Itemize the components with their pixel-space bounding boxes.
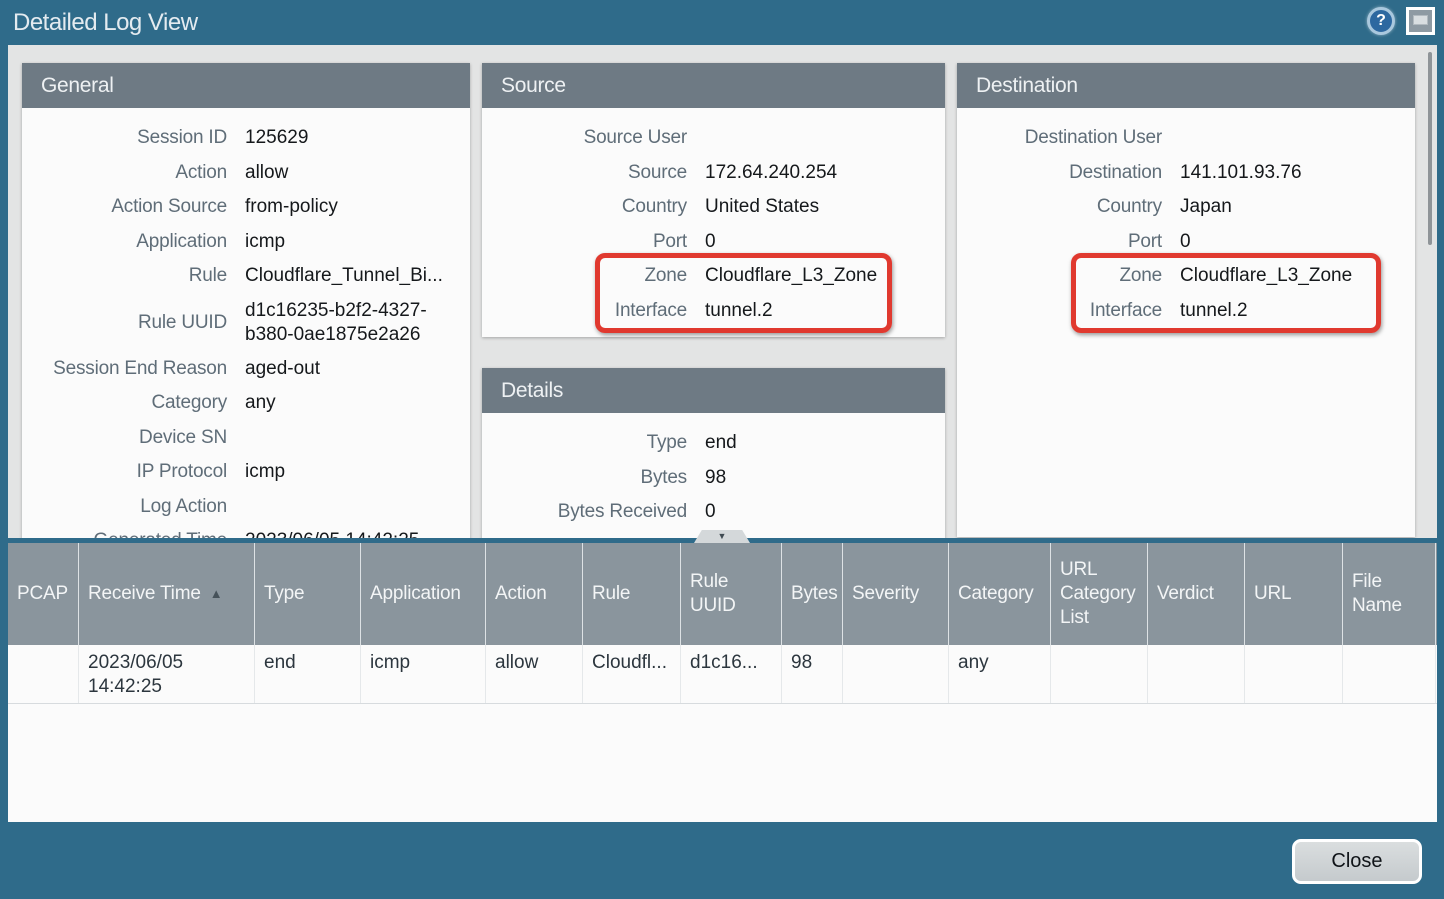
- field-source-port: Port0: [482, 225, 945, 260]
- field-source-interface: Interfacetunnel.2: [482, 294, 945, 329]
- title-bar: Detailed Log View ?: [0, 0, 1444, 45]
- column-header-severity[interactable]: Severity: [843, 543, 949, 645]
- field-destination-interface: Interfacetunnel.2: [957, 294, 1415, 329]
- vertical-scrollbar-thumb[interactable]: [1428, 52, 1432, 245]
- column-header-url[interactable]: URL: [1245, 543, 1343, 645]
- column-header-type[interactable]: Type: [255, 543, 361, 645]
- page-title: Detailed Log View: [13, 9, 198, 37]
- source-panel-body: Source User Source172.64.240.254 Country…: [482, 108, 945, 328]
- column-header-category[interactable]: Category: [949, 543, 1051, 645]
- cell-bytes: 98: [782, 645, 843, 703]
- destination-panel-header: Destination: [957, 63, 1415, 108]
- field-destination: Destination141.101.93.76: [957, 156, 1415, 191]
- general-panel-header: General: [22, 63, 470, 108]
- field-source-country: CountryUnited States: [482, 190, 945, 225]
- window-icon-inner: [1413, 15, 1428, 25]
- cell-severity: [843, 645, 949, 703]
- field-destination-country: CountryJapan: [957, 190, 1415, 225]
- column-header-file-name[interactable]: File Name: [1343, 543, 1436, 645]
- log-table-header: PCAP Receive Time▲ Type Application Acti…: [8, 543, 1437, 645]
- field-application: Applicationicmp: [22, 225, 470, 260]
- field-generated-time: Generated Time2023/06/05 14:42:25: [22, 524, 470, 538]
- table-row[interactable]: 2023/06/05 14:42:25 end icmp allow Cloud…: [8, 645, 1437, 704]
- field-rule-uuid: Rule UUIDd1c16235-b2f2-4327-b380-0ae1875…: [22, 294, 470, 352]
- column-header-rule[interactable]: Rule: [583, 543, 681, 645]
- field-category: Categoryany: [22, 386, 470, 421]
- detailed-log-view-dialog: { "dialog": { "title": "Detailed Log Vie…: [0, 0, 1444, 899]
- field-device-sn: Device SN: [22, 421, 470, 456]
- field-bytes-received: Bytes Received0: [482, 495, 945, 530]
- details-panel: Details Typeend Bytes98 Bytes Received0: [482, 368, 945, 538]
- cell-pcap: [8, 645, 79, 703]
- cell-action: allow: [486, 645, 583, 703]
- cell-file-name: [1343, 645, 1436, 703]
- field-source: Source172.64.240.254: [482, 156, 945, 191]
- field-type: Typeend: [482, 426, 945, 461]
- field-action-source: Action Sourcefrom-policy: [22, 190, 470, 225]
- destination-panel: Destination Destination User Destination…: [957, 63, 1415, 537]
- close-button[interactable]: Close: [1292, 839, 1422, 884]
- general-panel-body: Session ID125629 Actionallow Action Sour…: [22, 108, 470, 538]
- titlebar-icons: ?: [1367, 7, 1435, 35]
- field-rule: RuleCloudflare_Tunnel_Bi...: [22, 259, 470, 294]
- details-panel-body: Typeend Bytes98 Bytes Received0: [482, 413, 945, 530]
- collapse-table-handle[interactable]: ▼: [694, 530, 750, 543]
- column-header-url-category-list[interactable]: URL Category List: [1051, 543, 1148, 645]
- field-destination-port: Port0: [957, 225, 1415, 260]
- field-session-id: Session ID125629: [22, 121, 470, 156]
- log-table: PCAP Receive Time▲ Type Application Acti…: [8, 538, 1437, 822]
- sort-ascending-icon: ▲: [210, 586, 223, 602]
- column-header-receive-time[interactable]: Receive Time▲: [79, 543, 255, 645]
- field-bytes: Bytes98: [482, 461, 945, 496]
- cell-verdict: [1148, 645, 1245, 703]
- column-header-application[interactable]: Application: [361, 543, 486, 645]
- details-panel-header: Details: [482, 368, 945, 413]
- source-panel-header: Source: [482, 63, 945, 108]
- column-header-pcap[interactable]: PCAP: [8, 543, 79, 645]
- field-session-end-reason: Session End Reasonaged-out: [22, 352, 470, 387]
- field-destination-user: Destination User: [957, 121, 1415, 156]
- source-panel: Source Source User Source172.64.240.254 …: [482, 63, 945, 337]
- cell-url: [1245, 645, 1343, 703]
- field-log-action: Log Action: [22, 490, 470, 525]
- cell-type: end: [255, 645, 361, 703]
- cell-rule: Cloudfl...: [583, 645, 681, 703]
- field-ip-protocol: IP Protocolicmp: [22, 455, 470, 490]
- field-destination-zone: ZoneCloudflare_L3_Zone: [957, 259, 1415, 294]
- log-detail-section: General Session ID125629 Actionallow Act…: [8, 45, 1437, 538]
- column-header-verdict[interactable]: Verdict: [1148, 543, 1245, 645]
- cell-url-category-list: [1051, 645, 1148, 703]
- cell-category: any: [949, 645, 1051, 703]
- chevron-down-icon: ▼: [718, 532, 727, 541]
- destination-panel-body: Destination User Destination141.101.93.7…: [957, 108, 1415, 328]
- window-icon[interactable]: [1406, 7, 1435, 35]
- field-source-user: Source User: [482, 121, 945, 156]
- help-icon[interactable]: ?: [1367, 7, 1395, 35]
- field-source-zone: ZoneCloudflare_L3_Zone: [482, 259, 945, 294]
- field-action: Actionallow: [22, 156, 470, 191]
- column-header-rule-uuid[interactable]: Rule UUID: [681, 543, 782, 645]
- cell-application: icmp: [361, 645, 486, 703]
- column-header-action[interactable]: Action: [486, 543, 583, 645]
- cell-rule-uuid: d1c16...: [681, 645, 782, 703]
- cell-receive-time: 2023/06/05 14:42:25: [79, 645, 255, 703]
- column-header-bytes[interactable]: Bytes: [782, 543, 843, 645]
- general-panel: General Session ID125629 Actionallow Act…: [22, 63, 470, 538]
